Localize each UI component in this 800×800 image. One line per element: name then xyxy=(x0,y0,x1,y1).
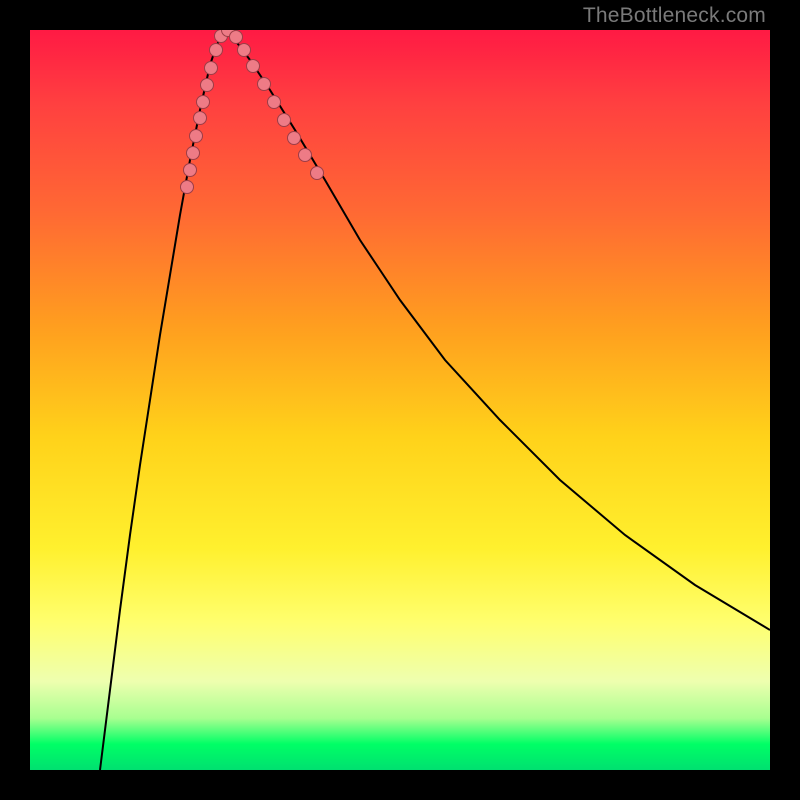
watermark-text: TheBottleneck.com xyxy=(583,4,766,28)
plot-area xyxy=(30,30,770,770)
